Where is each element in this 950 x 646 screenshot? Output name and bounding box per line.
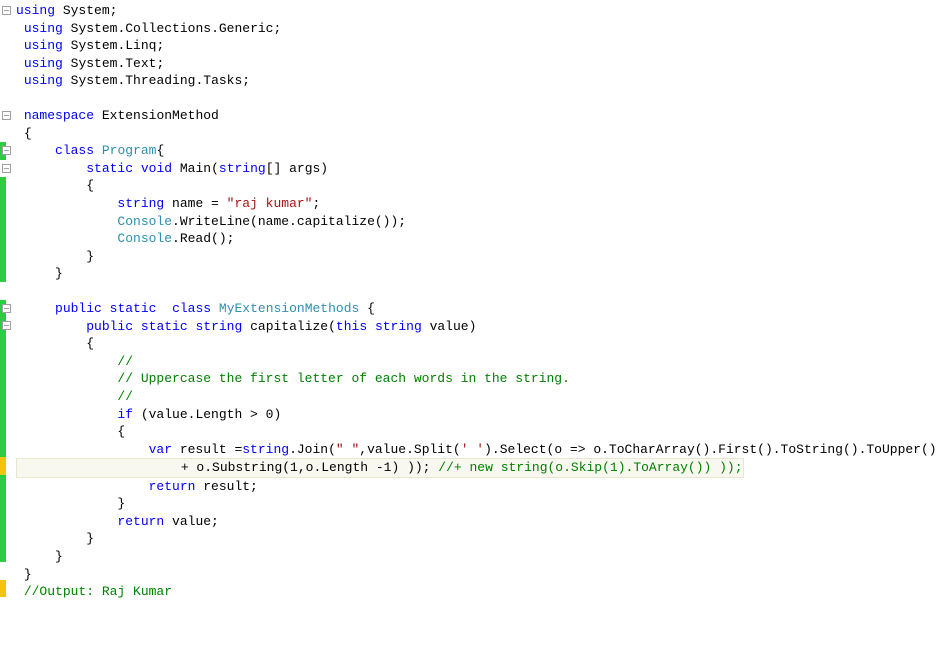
change-marker — [0, 370, 6, 388]
change-marker — [0, 387, 6, 405]
change-marker — [0, 195, 6, 213]
change-marker — [0, 580, 6, 598]
code-text[interactable]: using System; using System.Collections.G… — [14, 2, 950, 601]
change-marker — [0, 510, 6, 528]
change-marker — [0, 212, 6, 230]
fold-icon[interactable] — [2, 146, 11, 155]
change-marker — [0, 230, 6, 248]
fold-icon[interactable] — [2, 164, 11, 173]
change-marker — [0, 247, 6, 265]
change-marker — [0, 545, 6, 563]
change-marker — [0, 405, 6, 423]
change-marker — [0, 265, 6, 283]
change-marker — [0, 335, 6, 353]
line-highlight: + o.Substring(1,o.Length -1) )); //+ new… — [16, 458, 744, 478]
fold-icon[interactable] — [2, 6, 11, 15]
change-marker — [0, 475, 6, 493]
change-marker — [0, 422, 6, 440]
gutter — [0, 2, 14, 601]
change-marker — [0, 440, 6, 458]
change-marker — [0, 457, 6, 475]
code-editor: using System; using System.Collections.G… — [0, 0, 950, 601]
change-marker — [0, 352, 6, 370]
change-marker — [0, 177, 6, 195]
change-marker — [0, 527, 6, 545]
fold-icon[interactable] — [2, 321, 11, 330]
fold-icon[interactable] — [2, 304, 11, 313]
change-marker — [0, 492, 6, 510]
fold-icon[interactable] — [2, 111, 11, 120]
